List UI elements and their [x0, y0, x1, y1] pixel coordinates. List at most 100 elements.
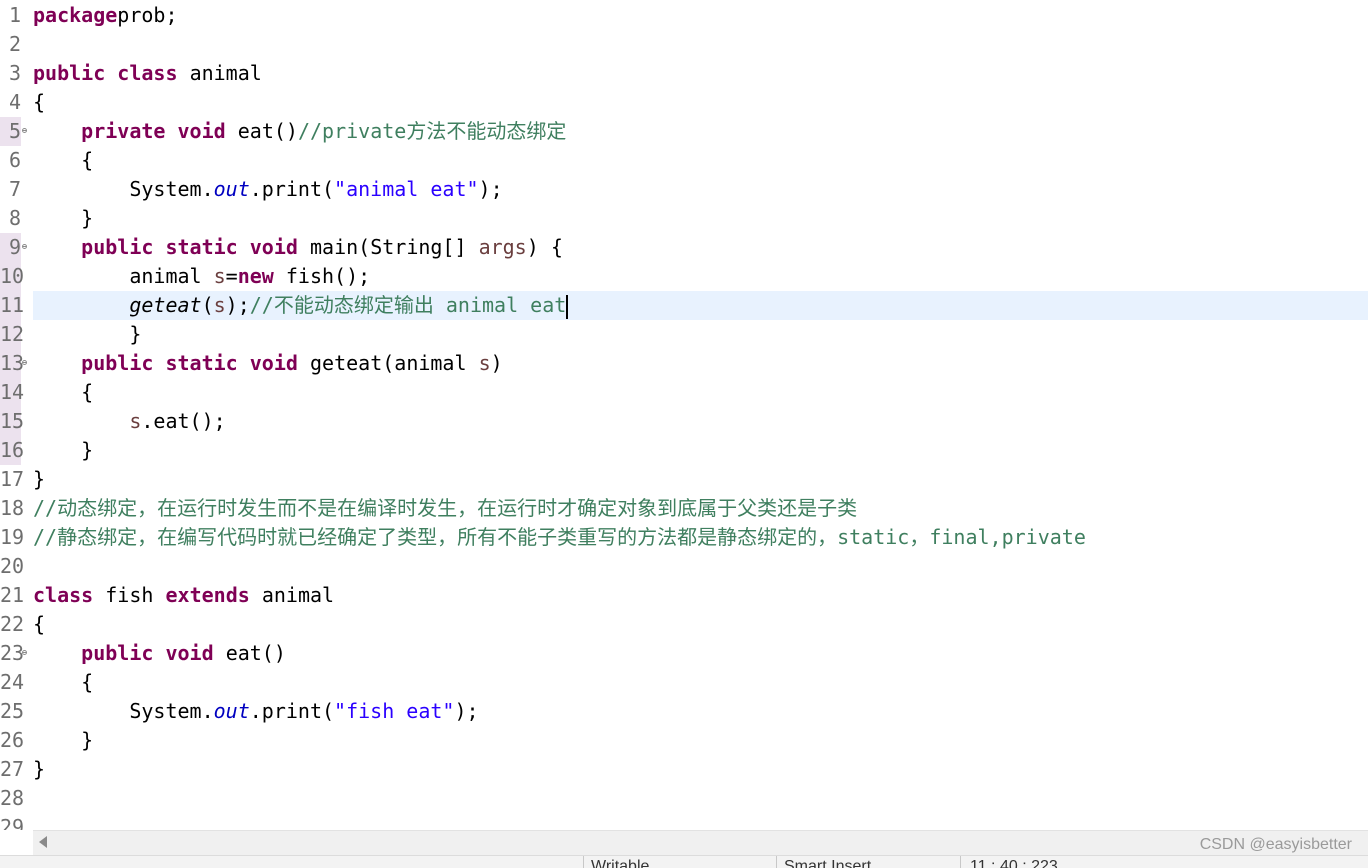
line-number: 6 — [8, 148, 21, 172]
line-number: 5 — [8, 119, 21, 143]
code-line-29[interactable]: 29 — [0, 813, 1368, 830]
code-line-7[interactable]: 7 System.out.print("animal eat"); — [0, 175, 1368, 204]
keyword-token: void — [165, 641, 214, 665]
line-number: 22 — [0, 612, 25, 636]
code-line-9[interactable]: 9 public static void main(String[] args)… — [0, 233, 1368, 262]
horizontal-scrollbar[interactable] — [33, 830, 1368, 855]
code-token: } — [33, 206, 94, 230]
code-text[interactable]: //静态绑定，在编写代码时就已经确定了类型，所有不能子类重写的方法都是静态绑定的… — [33, 523, 1086, 552]
code-text[interactable]: } — [33, 436, 93, 465]
code-editor[interactable]: 1 packageprob; 2 3 public class animal 4{5 pr… — [0, 0, 1368, 830]
code-line-14[interactable]: 14 { — [0, 378, 1368, 407]
code-line-8[interactable]: 8 } — [0, 204, 1368, 233]
code-line-3[interactable]: 3 public class animal — [0, 59, 1368, 88]
line-number: 1 — [8, 3, 21, 27]
code-line-12[interactable]: 12 } — [0, 320, 1368, 349]
code-text[interactable]: class fish extends animal — [33, 581, 334, 610]
code-text[interactable]: private void eat()//private方法不能动态绑定 — [33, 117, 566, 146]
code-line-17[interactable]: 17} — [0, 465, 1368, 494]
code-token: ); — [454, 699, 479, 723]
code-line-18[interactable]: 18 //动态绑定，在运行时发生而不是在编译时发生，在运行时才确定对象到底属于父类… — [0, 494, 1368, 523]
code-text[interactable]: animal s=new fish(); — [33, 262, 370, 291]
code-text[interactable]: } — [33, 755, 45, 784]
code-line-26[interactable]: 26 } — [0, 726, 1368, 755]
code-line-25[interactable]: 25 System.out.print("fish eat"); — [0, 697, 1368, 726]
code-text[interactable]: } — [33, 726, 93, 755]
code-line-24[interactable]: 24 { — [0, 668, 1368, 697]
line-number: 9 — [8, 235, 21, 259]
code-text[interactable]: } — [33, 465, 45, 494]
code-line-15[interactable]: 15 s.eat(); — [0, 407, 1368, 436]
code-line-4[interactable]: 4{ — [0, 88, 1368, 117]
code-text[interactable]: { — [33, 378, 93, 407]
fold-collapse-icon[interactable] — [22, 360, 27, 365]
code-line-2[interactable]: 2 — [0, 30, 1368, 59]
code-line-28[interactable]: 28 — [0, 784, 1368, 813]
code-text[interactable]: public static void main(String[] args) { — [33, 233, 563, 262]
code-line-21[interactable]: 21 class fish extends animal — [0, 581, 1368, 610]
scroll-left-arrow-icon[interactable] — [39, 836, 47, 848]
code-text[interactable]: { — [33, 88, 45, 117]
code-line-20[interactable]: 20 — [0, 552, 1368, 581]
code-line-1[interactable]: 1 packageprob; — [0, 1, 1368, 30]
field-token: out — [213, 699, 250, 723]
line-number: 20 — [0, 554, 25, 578]
variable-token: s — [213, 264, 226, 288]
code-token: animal — [33, 264, 214, 288]
code-text[interactable]: //动态绑定，在运行时发生而不是在编译时发生，在运行时才确定对象到底属于父类还是… — [33, 494, 857, 523]
status-separator — [776, 856, 777, 868]
code-text[interactable]: s.eat(); — [33, 407, 225, 436]
code-line-22[interactable]: 22 { — [0, 610, 1368, 639]
line-number: 23 — [0, 641, 25, 665]
code-line-23[interactable]: 23 public void eat() — [0, 639, 1368, 668]
code-token: } — [33, 467, 46, 491]
code-text[interactable]: packageprob; — [33, 1, 178, 30]
code-text[interactable]: System.out.print("animal eat"); — [33, 175, 502, 204]
line-number: 10 — [0, 264, 25, 288]
string-token: "fish eat" — [334, 699, 455, 723]
code-text[interactable]: { — [33, 610, 45, 639]
code-token: ) { — [526, 235, 563, 259]
fold-collapse-icon[interactable] — [22, 650, 27, 655]
code-token: geteat(animal — [309, 351, 479, 375]
line-number: 12 — [0, 322, 25, 346]
code-token: System. — [33, 177, 214, 201]
code-text[interactable]: } — [33, 320, 141, 349]
code-text[interactable]: System.out.print("fish eat"); — [33, 697, 479, 726]
comment-token: //动态绑定，在运行时发生而不是在编译时发生，在运行时才确定对象到底属于父类还是… — [33, 496, 858, 520]
code-line-13[interactable]: 13 public static void geteat(animal s) — [0, 349, 1368, 378]
keyword-token: public — [33, 61, 106, 85]
code-text[interactable]: public class animal — [33, 59, 262, 88]
code-text[interactable]: { — [33, 668, 93, 697]
fold-collapse-icon[interactable] — [22, 244, 27, 249]
code-line-10[interactable]: 10 animal s=new fish(); — [0, 262, 1368, 291]
code-text[interactable]: } — [33, 204, 93, 233]
code-text[interactable]: public void eat() — [33, 639, 286, 668]
keyword-token: package — [33, 3, 118, 27]
code-text[interactable]: { — [33, 146, 93, 175]
code-token: ) — [490, 351, 503, 375]
comment-token: //private方法不能动态绑定 — [297, 119, 567, 143]
code-line-11[interactable]: 11 geteat(s);//不能动态绑定输出 animal eat — [0, 291, 1368, 320]
code-line-5[interactable]: 5 private void eat()//private方法不能动态绑定 — [0, 117, 1368, 146]
fold-collapse-icon[interactable] — [22, 128, 27, 133]
code-text[interactable]: public static void geteat(animal s) — [33, 349, 503, 378]
code-line-16[interactable]: 16 } — [0, 436, 1368, 465]
code-line-19[interactable]: 19 //静态绑定，在编写代码时就已经确定了类型，所有不能子类重写的方法都是静态绑… — [0, 523, 1368, 552]
code-line-6[interactable]: 6 { — [0, 146, 1368, 175]
code-line-27[interactable]: 27} — [0, 755, 1368, 784]
code-token: ); — [225, 293, 250, 317]
comment-token: //静态绑定，在编写代码时就已经确定了类型，所有不能子类重写的方法都是静态绑定的… — [33, 525, 1086, 549]
code-token: eat() — [237, 119, 298, 143]
code-text[interactable]: geteat(s);//不能动态绑定输出 animal eat — [33, 291, 569, 320]
